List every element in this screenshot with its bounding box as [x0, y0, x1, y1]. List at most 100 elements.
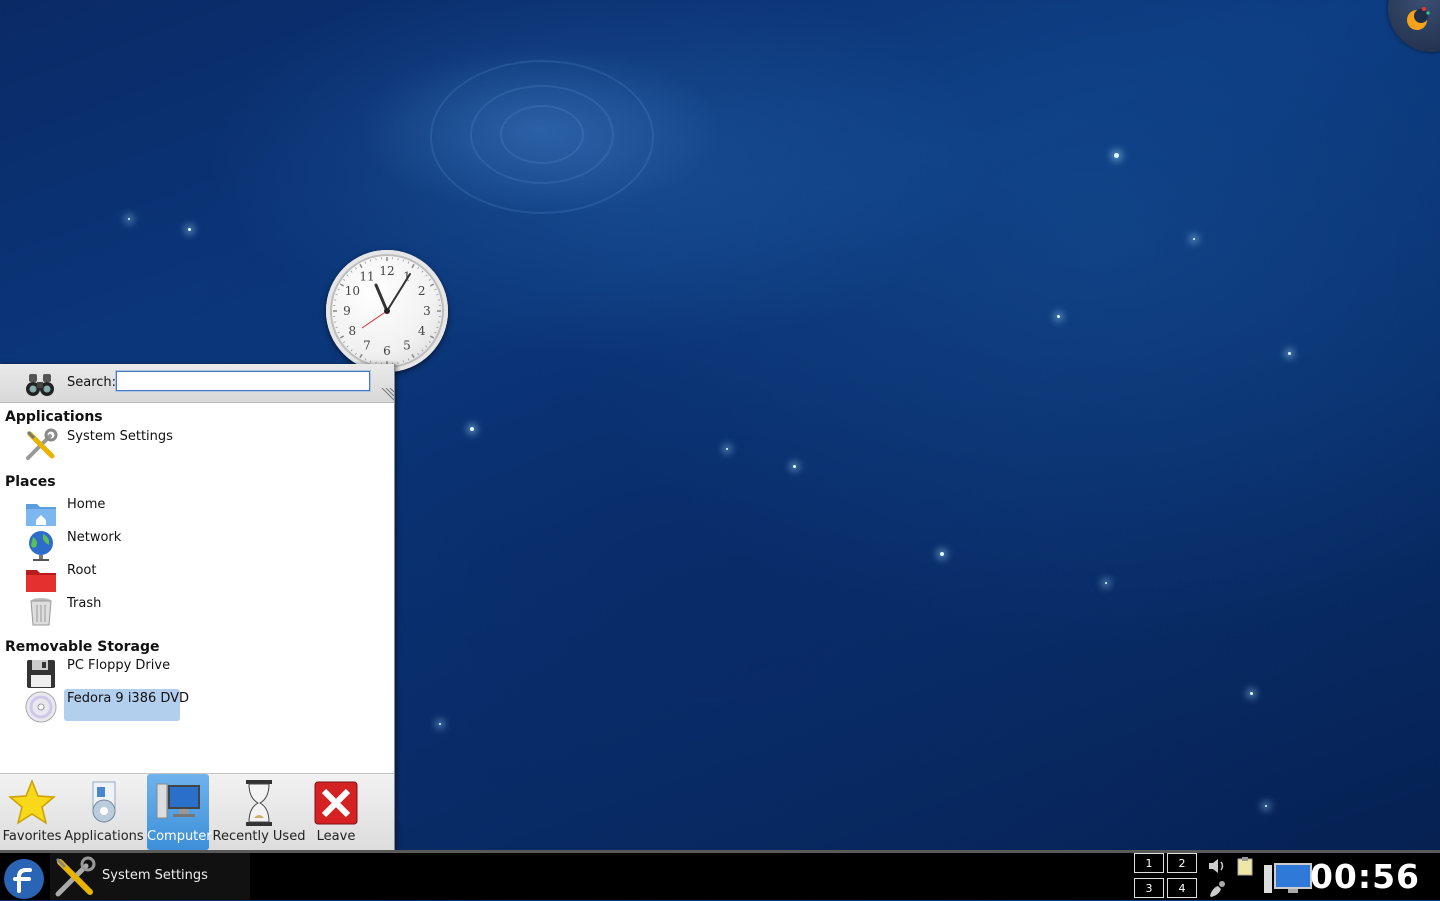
launcher-item-trash[interactable]: Trash	[24, 595, 384, 627]
launcher-item-label: PC Floppy Drive	[67, 658, 170, 673]
tab-label: Favorites	[2, 829, 62, 844]
star-icon	[7, 778, 57, 828]
clock-numeral: 12	[379, 264, 394, 278]
desktop-3[interactable]: 3	[1134, 878, 1164, 898]
clock-tick	[347, 275, 348, 276]
taskbar-task-label: System Settings	[102, 868, 208, 883]
fedora-launcher-icon[interactable]	[2, 857, 46, 901]
desktop-pager: 1 2 3 4	[1134, 853, 1198, 901]
launcher-item-home[interactable]: Home	[24, 496, 384, 528]
clock-tick	[343, 342, 345, 343]
search-input[interactable]	[116, 371, 370, 391]
clock-tick	[435, 332, 437, 333]
tab-recently-used[interactable]: Recently Used	[212, 774, 306, 850]
clock-tick	[408, 262, 409, 264]
search-bar: Search:	[0, 364, 394, 403]
clock-numeral: 10	[345, 284, 360, 298]
clock-tick	[340, 336, 343, 338]
clock-numeral: 5	[403, 339, 411, 353]
clock-tick	[430, 336, 433, 338]
tab-label: Applications	[64, 829, 144, 844]
applications-icon	[79, 778, 129, 828]
clock-tick	[365, 262, 366, 264]
section-title-applications: Applications	[5, 409, 103, 425]
launcher-item-dvd[interactable]: Fedora 9 i386 DVD	[24, 690, 384, 722]
clock-tick	[370, 260, 371, 262]
clock-face: 121234567891011	[326, 250, 448, 372]
clock-numeral: 4	[418, 324, 426, 338]
clipboard-icon[interactable]	[1234, 855, 1256, 877]
clock-tick	[429, 342, 431, 343]
clock-tick	[340, 284, 343, 286]
clock-tick	[347, 346, 348, 347]
clock-tick	[336, 327, 338, 328]
clock-tick	[412, 264, 414, 267]
trash-icon	[24, 595, 58, 629]
clock-tick	[430, 284, 433, 286]
desktop-1[interactable]: 1	[1134, 853, 1164, 873]
tab-leave[interactable]: Leave	[308, 774, 364, 850]
launcher-item-system-settings[interactable]: System Settings	[24, 428, 384, 460]
taskbar-task-system-settings[interactable]: System Settings	[50, 853, 250, 900]
clock-tick	[436, 327, 438, 328]
application-launcher: Search: Applications System Settings Pla…	[0, 364, 395, 852]
desktop-2[interactable]: 2	[1167, 853, 1197, 873]
clock-numeral: 2	[418, 284, 426, 298]
clock-tick	[435, 289, 437, 290]
clock-numeral: 7	[363, 339, 371, 353]
launcher-item-root[interactable]: Root	[24, 562, 384, 594]
clock-tick	[351, 350, 352, 351]
volume-icon[interactable]	[1206, 855, 1228, 877]
section-title-places: Places	[5, 474, 56, 490]
clock-numeral: 6	[383, 344, 391, 358]
taskbar: System Settings 1 2 3 4 00:56	[0, 850, 1440, 900]
clock-tick	[370, 360, 371, 362]
tools-icon	[52, 854, 98, 900]
launcher-item-label: Root	[67, 563, 96, 578]
clock-tick	[422, 350, 423, 351]
clock-tick	[426, 275, 427, 276]
tab-computer[interactable]: Computer	[147, 774, 209, 850]
launcher-item-label: Fedora 9 i386 DVD	[67, 691, 189, 706]
tab-label: Computer	[147, 829, 209, 844]
clock-tick	[422, 271, 423, 272]
tab-favorites[interactable]: Favorites	[2, 774, 62, 850]
clock-tick	[365, 359, 366, 361]
clock-tick	[338, 289, 340, 290]
home-folder-icon	[24, 496, 58, 530]
cashew-icon[interactable]	[1402, 4, 1432, 34]
device-notifier-icon[interactable]	[1206, 878, 1228, 900]
clock-numeral: 3	[423, 304, 431, 318]
clock-tick	[429, 279, 431, 280]
clock-tick	[403, 260, 404, 262]
clock-tick	[426, 346, 427, 347]
launcher-item-label: Trash	[67, 596, 101, 611]
section-title-removable-storage: Removable Storage	[5, 639, 160, 655]
clock-tick	[412, 354, 414, 357]
tab-applications[interactable]: Applications	[64, 774, 144, 850]
network-globe-icon	[24, 529, 58, 563]
resize-grip-icon[interactable]	[380, 388, 394, 402]
binoculars-icon	[24, 368, 56, 400]
search-label: Search:	[67, 375, 116, 390]
floppy-icon	[24, 657, 58, 691]
clock-tick	[343, 279, 345, 280]
clock-tick	[436, 294, 438, 295]
launcher-item-network[interactable]: Network	[24, 529, 384, 561]
digital-clock[interactable]: 00:56	[1310, 857, 1420, 896]
leave-icon	[311, 778, 361, 828]
red-folder-icon	[24, 562, 58, 596]
launcher-item-label: Home	[67, 497, 105, 512]
launcher-item-label: Network	[67, 530, 121, 545]
clock-tick	[418, 267, 419, 269]
launcher-item-floppy[interactable]: PC Floppy Drive	[24, 657, 384, 689]
clock-tick	[403, 360, 404, 362]
launcher-item-label: System Settings	[67, 429, 173, 444]
desktop-4[interactable]: 4	[1167, 878, 1197, 898]
analog-clock-widget[interactable]: 121234567891011	[326, 250, 448, 372]
clock-tick	[355, 267, 356, 269]
show-desktop-icon[interactable]	[1262, 861, 1314, 897]
clock-tick	[418, 353, 419, 355]
clock-tick	[360, 354, 362, 357]
clock-numeral: 11	[359, 269, 374, 283]
